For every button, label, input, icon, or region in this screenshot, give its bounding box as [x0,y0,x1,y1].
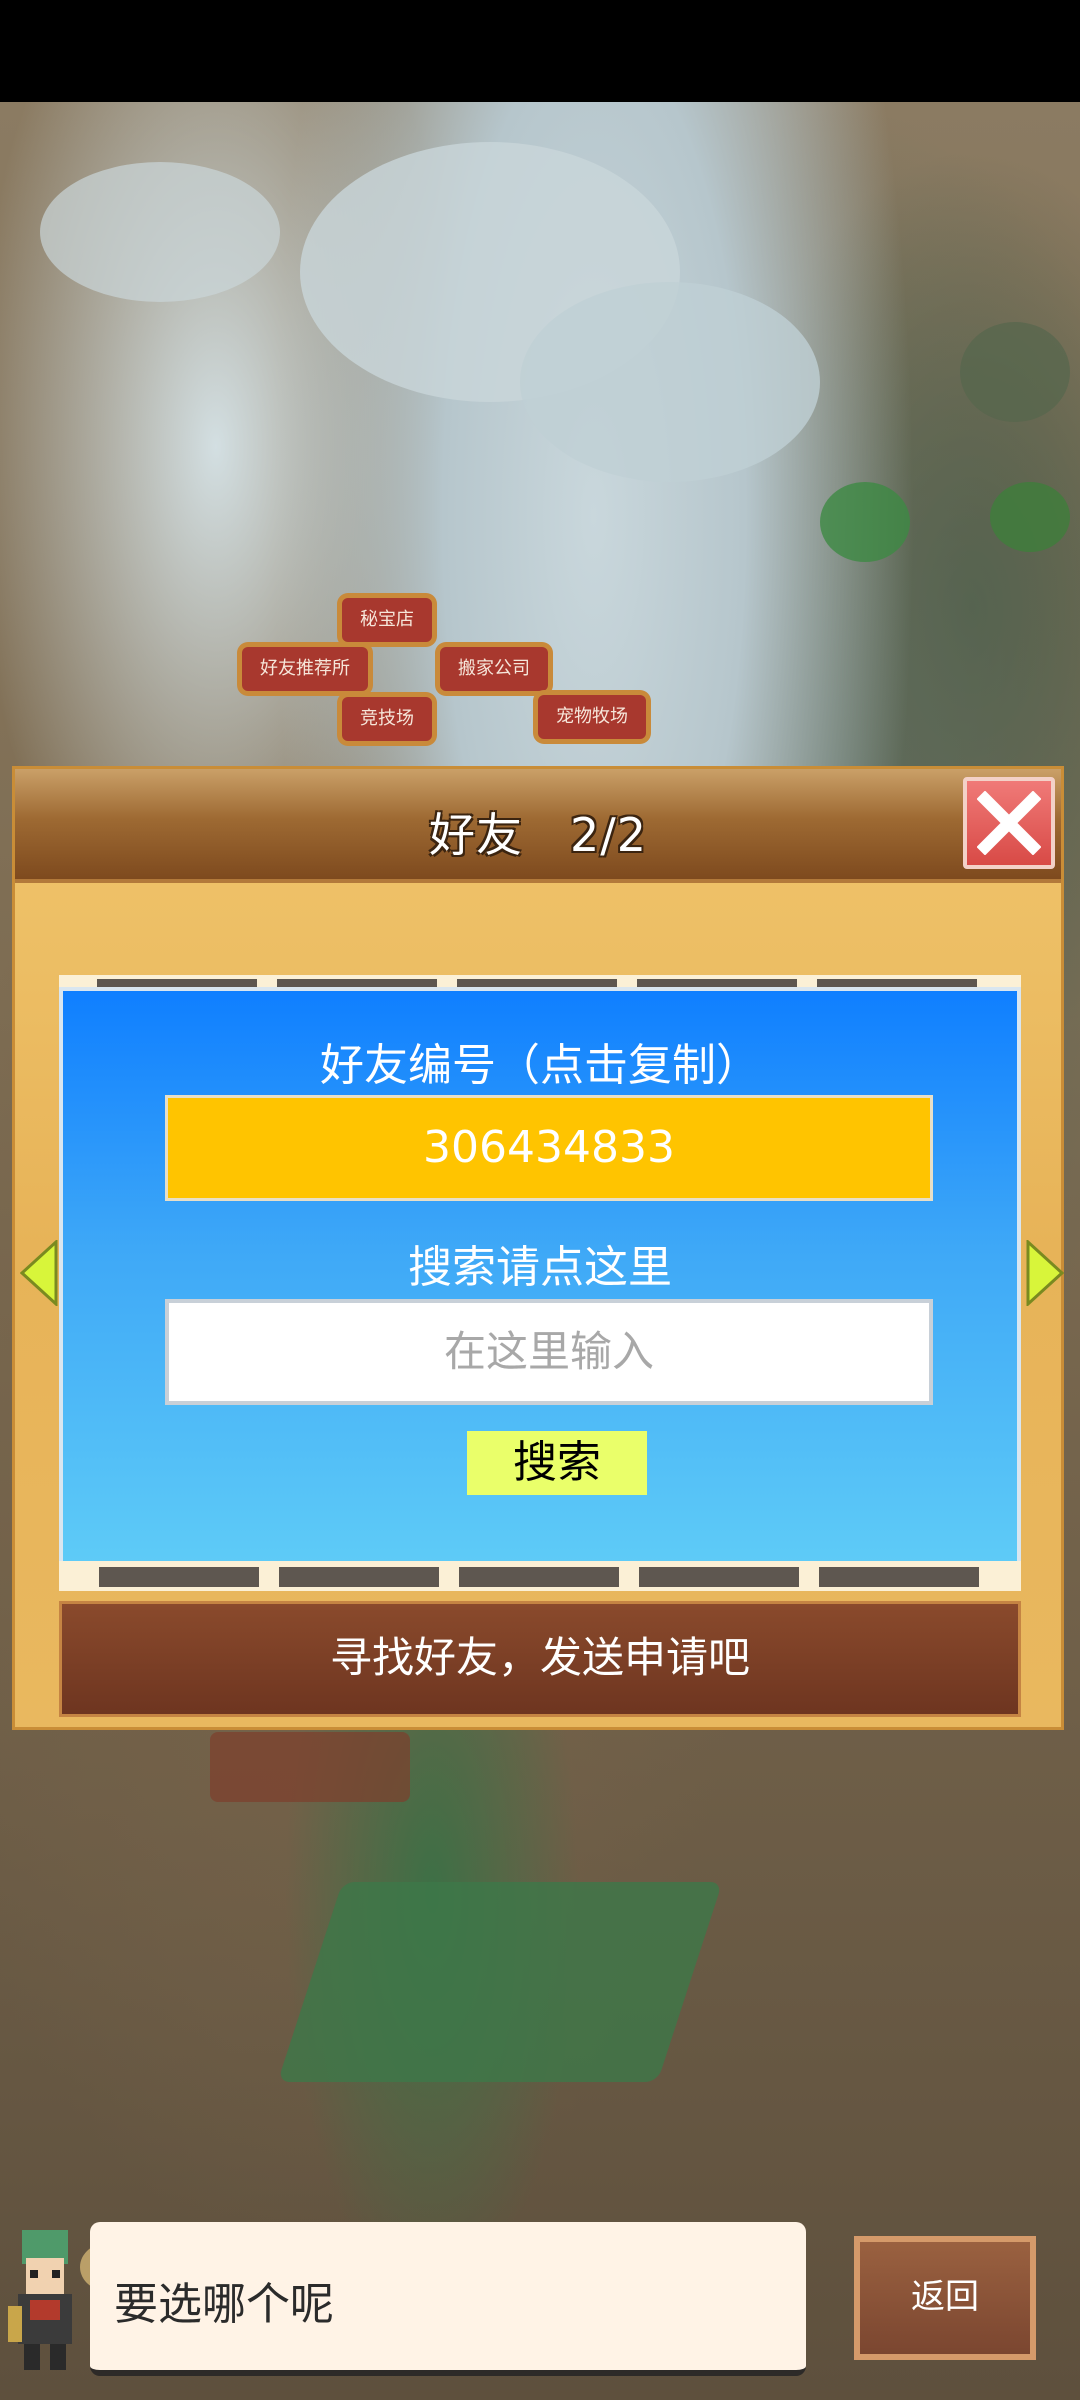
search-hint: 搜索请点这里 [408,1242,672,1293]
map-building-label[interactable]: 秘宝店 [342,598,432,642]
tree [820,482,910,562]
message-text: 要选哪个呢 [114,2279,334,2330]
tree [990,482,1070,552]
map-building-label[interactable]: 好友推荐所 [242,647,368,691]
map-building-label[interactable]: 宠物牧场 [538,695,646,739]
snow-patch [520,282,820,482]
snow-patch [40,162,280,302]
tab-slot[interactable] [819,1567,979,1587]
dialog-header: 好友 2/2 [15,769,1061,883]
dialog-title: 好友 2/2 [428,808,648,862]
map-building-label[interactable]: 搬家公司 [440,647,548,691]
message-box: 要选哪个呢 [90,2222,806,2376]
pasture [277,1882,723,2082]
close-button[interactable] [963,777,1055,869]
friend-panel: 好友编号（点击复制） 306434833 搜索请点这里 在这里输入 搜索 [59,987,1021,1567]
friends-dialog: 好友 2/2 好友编号（点击复制） 306434833 搜索请点这里 在这里输入… [12,766,1064,1730]
friend-id-label: 好友编号（点击复制） [320,1040,760,1091]
close-icon [977,791,1041,855]
tab-slot[interactable] [99,1567,259,1587]
tab-slot[interactable] [639,1567,799,1587]
tab-strip-bottom [59,1561,1021,1591]
status-bar [0,0,1080,102]
friend-id-copy-button[interactable]: 306434833 [165,1095,933,1201]
back-button[interactable]: 返回 [854,2236,1036,2360]
arrow-left-icon[interactable] [20,1240,58,1306]
tab-slot[interactable] [459,1567,619,1587]
character-avatar-icon [8,2230,72,2370]
tree [960,322,1070,422]
friend-search-input[interactable]: 在这里输入 [165,1299,933,1405]
building-roof [210,1732,410,1802]
tab-slot[interactable] [279,1567,439,1587]
search-button[interactable]: 搜索 [467,1431,647,1495]
map-building-label[interactable]: 竞技场 [342,697,432,741]
arrow-right-icon[interactable] [1026,1240,1064,1306]
find-friends-bar[interactable]: 寻找好友，发送申请吧 [59,1601,1021,1717]
